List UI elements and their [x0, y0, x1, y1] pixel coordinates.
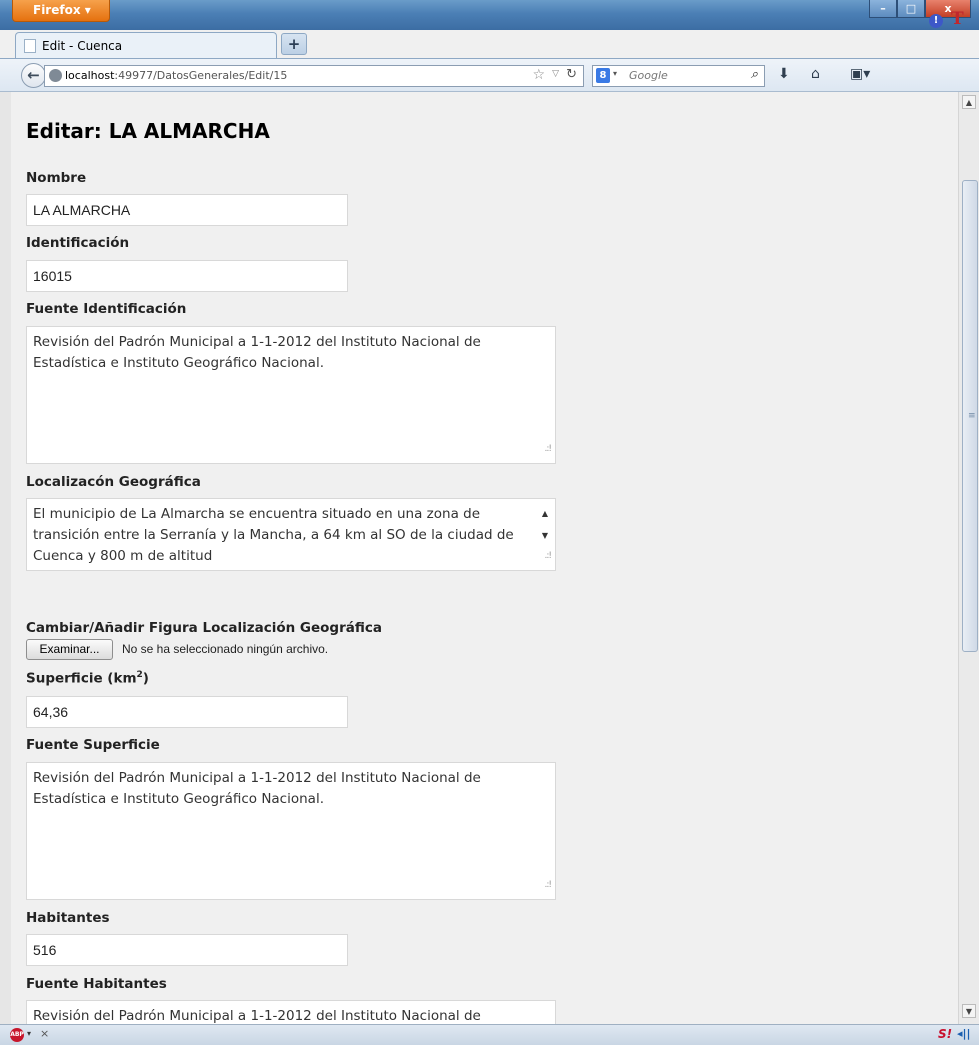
file-status-text: No se ha seleccionado ningún archivo. [122, 642, 329, 656]
fuente-superficie-label: Fuente Superficie [26, 737, 160, 753]
history-dropdown-icon[interactable]: ▽ [552, 69, 559, 79]
sound-icon[interactable]: ◂|| [957, 1027, 971, 1040]
grip-icon: ≡ [968, 411, 976, 421]
globe-icon [49, 69, 62, 82]
reload-icon[interactable]: ↻ [566, 67, 577, 82]
new-tab-button[interactable]: + [281, 33, 307, 55]
chevron-down-icon[interactable]: ▾ [613, 69, 617, 78]
nombre-field[interactable]: LA ALMARCHA [26, 194, 348, 226]
fuente-habitantes-label: Fuente Habitantes [26, 976, 167, 992]
navigation-toolbar: ← localhost:49977/DatosGenerales/Edit/15… [0, 58, 979, 92]
fuente-habitantes-textarea[interactable]: Revisión del Padrón Municipal a 1-1-2012… [26, 1000, 556, 1024]
tab-edit-cuenca[interactable]: Edit - Cuenca [15, 32, 277, 58]
status-bar: ABP ▾ × S! ◂|| [0, 1024, 979, 1045]
url-host: localhost [65, 69, 115, 82]
maximize-button[interactable]: □ [897, 0, 925, 18]
scrollbar-thumb[interactable]: ≡ [962, 180, 978, 652]
fuente-superficie-text: Revisión del Padrón Municipal a 1-1-2012… [33, 770, 481, 807]
identificacion-label: Identificación [26, 235, 130, 251]
search-input[interactable]: 8 ▾ Google ⌕ [592, 65, 765, 87]
fuente-identificacion-text: Revisión del Padrón Municipal a 1-1-2012… [33, 334, 481, 371]
alert-icon[interactable]: ! [929, 14, 943, 28]
resize-grip-icon[interactable]: .:! [544, 875, 551, 896]
address-bar[interactable]: localhost:49977/DatosGenerales/Edit/15 ☆… [44, 65, 584, 87]
resize-grip-icon[interactable]: .:! [544, 546, 551, 567]
close-icon[interactable]: × [40, 1027, 49, 1040]
superficie-field[interactable]: 64,36 [26, 696, 348, 728]
back-button[interactable]: ← [21, 63, 46, 88]
window-titlebar: Firefox ▾ – □ x [0, 0, 979, 30]
page-viewport: Editar: LA ALMARCHA Nombre LA ALMARCHA I… [11, 92, 958, 1024]
browse-file-button[interactable]: Examinar... [26, 639, 113, 660]
localizacion-text: El municipio de La Almarcha se encuentra… [33, 506, 514, 564]
search-placeholder: Google [629, 69, 668, 82]
search-icon[interactable]: ⌕ [751, 67, 758, 82]
page-scrollbar[interactable]: ▲ ≡ ▼ [958, 92, 979, 1024]
bookmarks-menu-icon[interactable]: ▣▾ [850, 66, 870, 82]
url-path: :49977/DatosGenerales/Edit/15 [114, 69, 288, 82]
bookmark-star-icon[interactable]: ☆ [532, 67, 545, 83]
superficie-label: Superficie (km2) [26, 670, 149, 687]
t-addon-icon[interactable]: T [951, 9, 964, 29]
tab-title: Edit - Cuenca [42, 39, 123, 53]
localizacion-textarea[interactable]: El municipio de La Almarcha se encuentra… [26, 498, 556, 571]
home-icon[interactable]: ⌂ [811, 66, 820, 82]
fuente-superficie-textarea[interactable]: Revisión del Padrón Municipal a 1-1-2012… [26, 762, 556, 900]
firefox-menu-button[interactable]: Firefox ▾ [12, 0, 110, 22]
fuente-identificacion-textarea[interactable]: Revisión del Padrón Municipal a 1-1-2012… [26, 326, 556, 464]
page-icon [24, 39, 36, 53]
left-window-border [0, 92, 11, 1024]
scroll-down-icon[interactable]: ▼ [542, 531, 548, 540]
figura-label: Cambiar/Añadir Figura Localización Geogr… [26, 620, 382, 636]
habitantes-field[interactable]: 516 [26, 934, 348, 966]
page-title: Editar: LA ALMARCHA [26, 119, 270, 143]
fuente-habitantes-text: Revisión del Padrón Municipal a 1-1-2012… [33, 1008, 481, 1024]
chevron-down-icon[interactable]: ▾ [27, 1029, 31, 1038]
s-addon-icon[interactable]: S! [938, 1027, 952, 1041]
scroll-up-arrow-icon[interactable]: ▲ [962, 95, 976, 109]
superficie-label-end: ) [142, 670, 149, 687]
adblock-icon[interactable]: ABP [10, 1028, 24, 1042]
nombre-label: Nombre [26, 170, 87, 186]
scroll-up-icon[interactable]: ▲ [542, 509, 548, 518]
google-icon[interactable]: 8 [596, 68, 610, 83]
identificacion-field[interactable]: 16015 [26, 260, 348, 292]
scroll-down-arrow-icon[interactable]: ▼ [962, 1004, 976, 1018]
textarea-scrollbar[interactable]: ▲ ▼ [538, 503, 552, 547]
minimize-button[interactable]: – [869, 0, 897, 18]
superficie-label-text: Superficie (km [26, 670, 137, 687]
resize-grip-icon[interactable]: .:! [544, 439, 551, 460]
download-icon[interactable]: ⬇ [778, 66, 790, 82]
localizacion-label: Localizacón Geográfica [26, 474, 201, 490]
fuente-identificacion-label: Fuente Identificación [26, 301, 187, 317]
habitantes-label: Habitantes [26, 910, 110, 926]
